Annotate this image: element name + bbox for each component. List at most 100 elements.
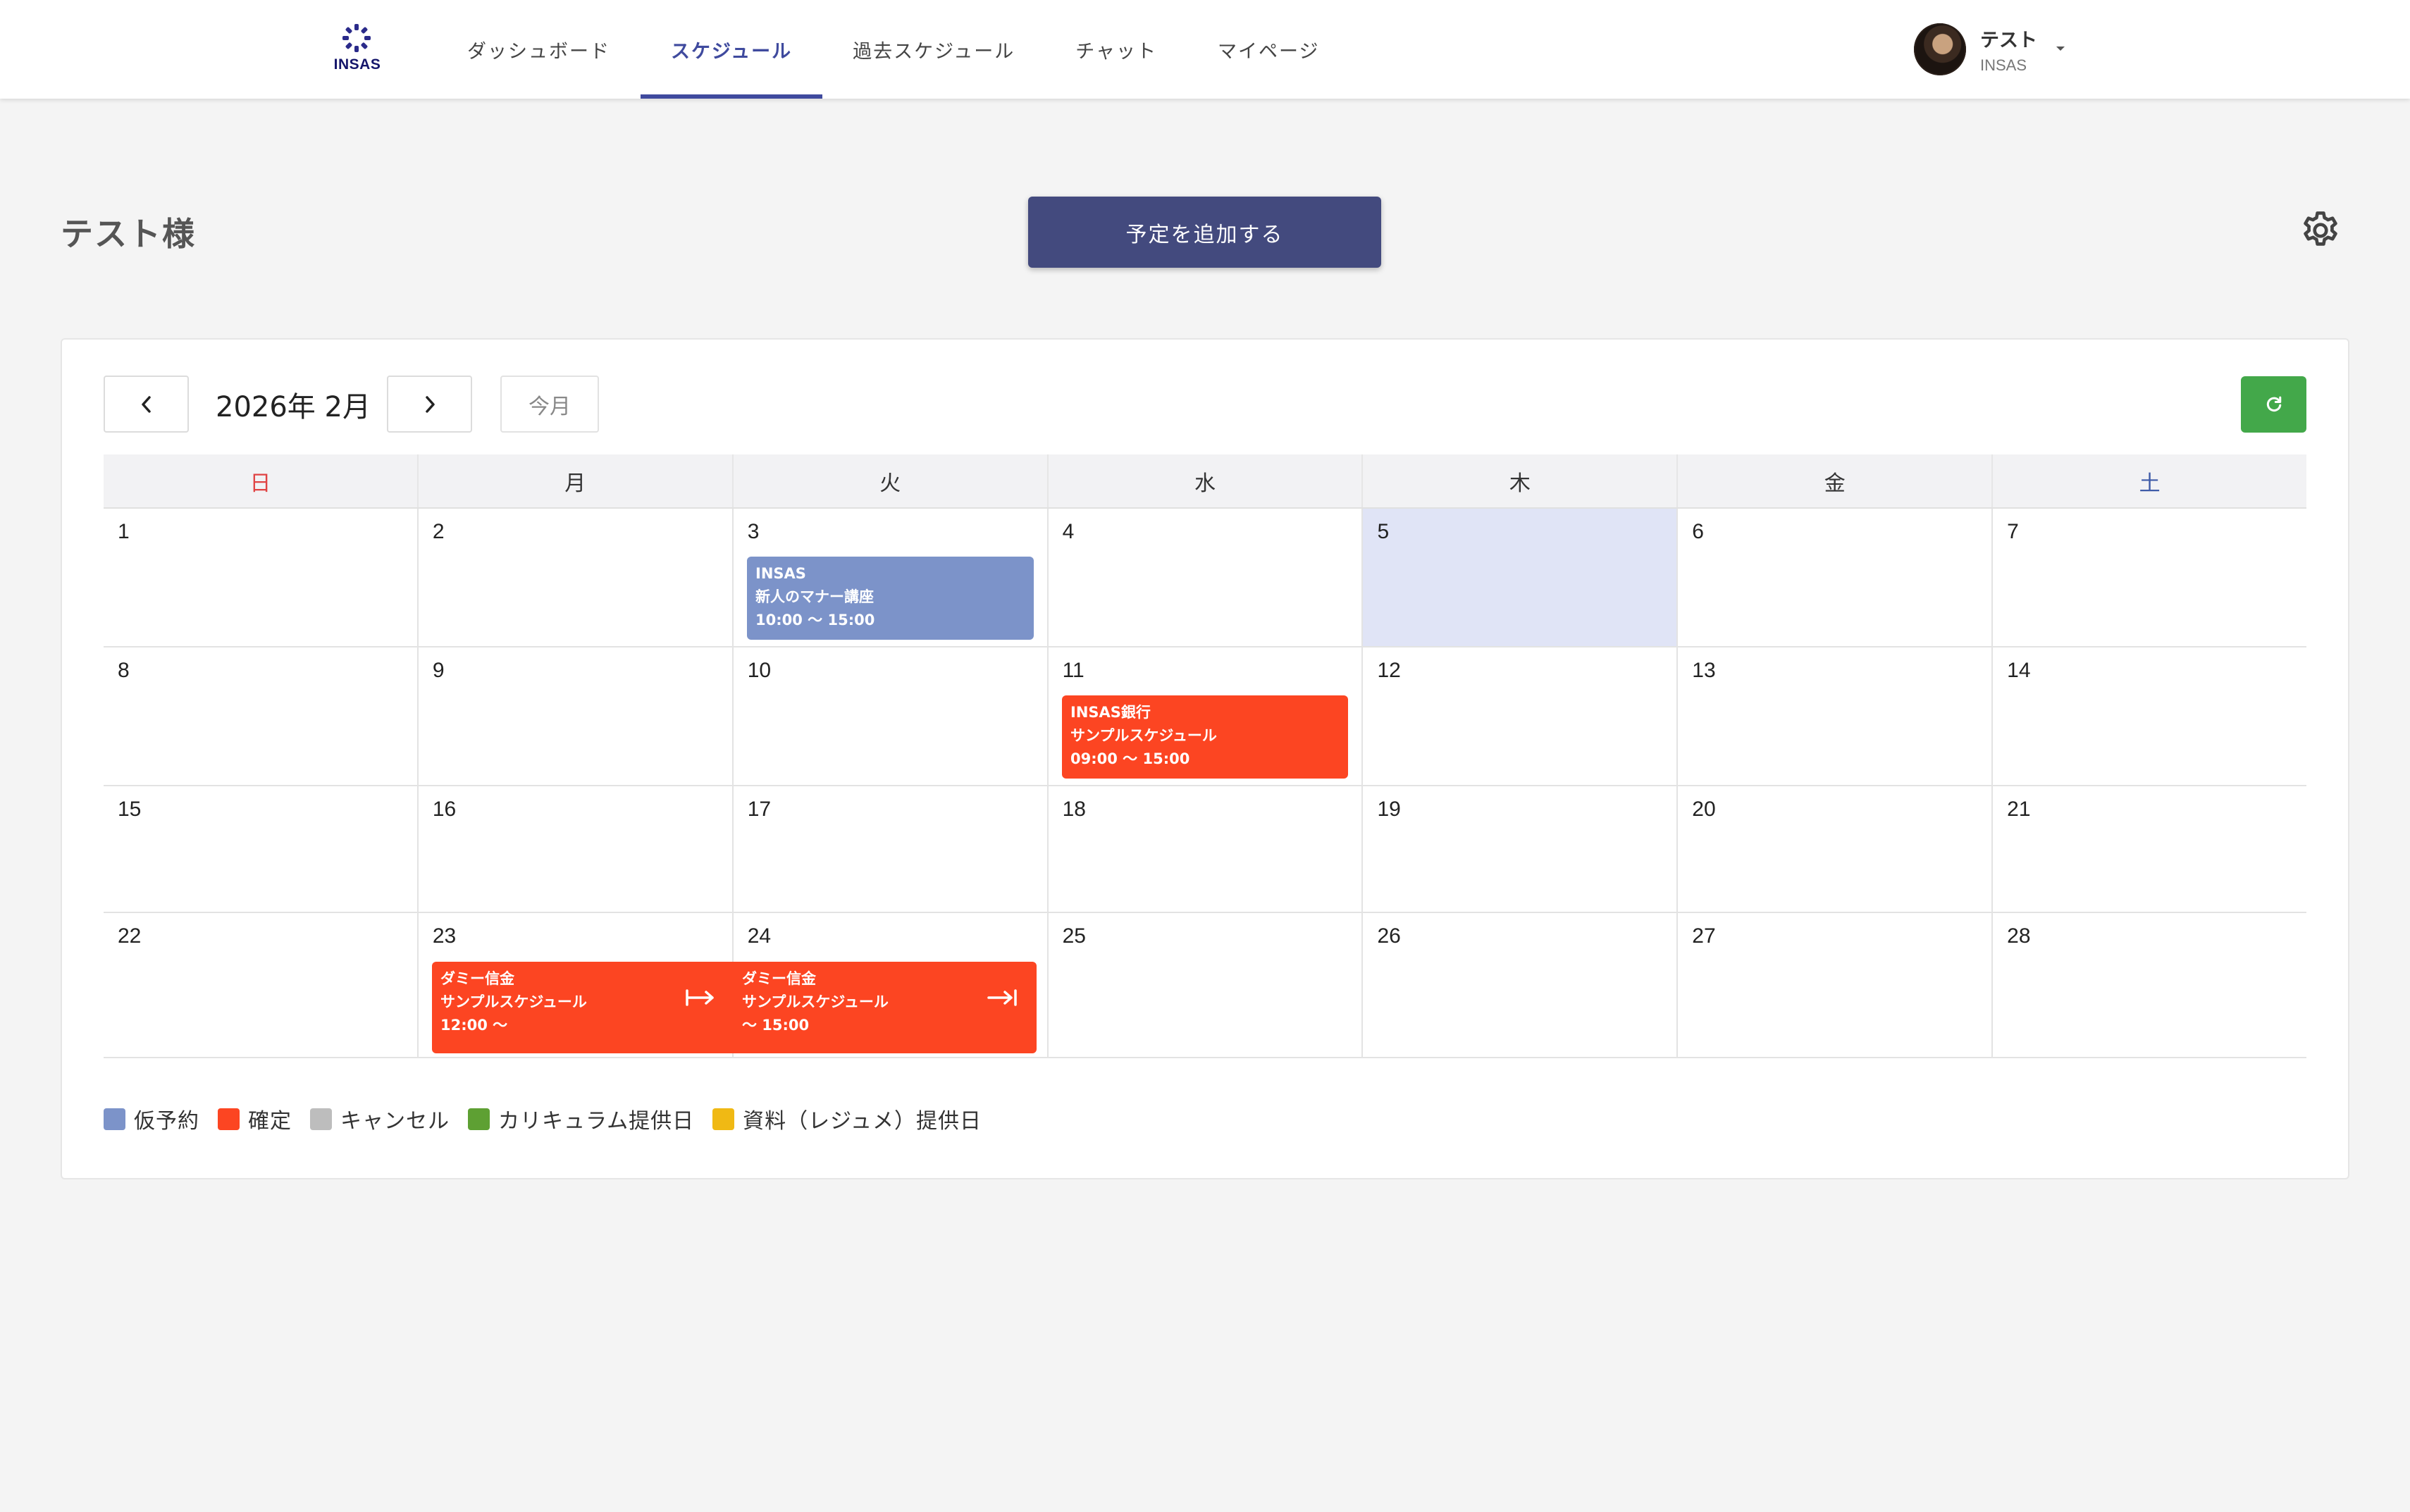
legend-swatch-confirmed <box>218 1108 240 1130</box>
day-number: 8 <box>118 659 130 682</box>
schedule-event[interactable]: INSAS銀行 サンプルスケジュール 09:00 〜 15:00 <box>1062 695 1348 779</box>
nav-chat[interactable]: チャット <box>1045 0 1187 99</box>
day-cell[interactable]: 4 <box>1046 509 1362 646</box>
day-cell[interactable]: 6 <box>1676 509 1992 646</box>
day-number: 7 <box>2007 520 2019 543</box>
day-cell[interactable]: 10 <box>731 647 1047 785</box>
day-cell-today[interactable]: 5 <box>1361 509 1677 646</box>
legend-swatch-curriculum <box>468 1108 490 1130</box>
legend-label: 仮予約 <box>134 1109 199 1134</box>
page-title: テスト様 <box>61 215 196 253</box>
next-month-button[interactable] <box>387 376 472 433</box>
day-cell[interactable]: 2 <box>416 509 732 646</box>
weekday-tue: 火 <box>731 454 1047 507</box>
day-cell[interactable]: 17 <box>731 786 1047 912</box>
day-cell[interactable]: 7 <box>1991 509 2307 646</box>
day-number: 15 <box>118 798 142 821</box>
weekday-mon: 月 <box>416 454 732 507</box>
arrow-continue-icon <box>686 989 714 1006</box>
event-company: INSAS銀行 <box>1070 704 1151 721</box>
day-number: 1 <box>118 520 130 543</box>
add-schedule-button[interactable]: 予定を追加する <box>1028 197 1381 268</box>
day-number: 28 <box>2007 924 2031 948</box>
day-number: 26 <box>1377 924 1401 948</box>
day-number: 3 <box>747 520 760 543</box>
day-cell[interactable]: 16 <box>416 786 732 912</box>
weekday-wed: 水 <box>1046 454 1362 507</box>
legend-item: 仮予約 <box>104 1103 199 1134</box>
schedule-event[interactable]: ダミー信金 サンプルスケジュール 〜 15:00 <box>734 962 1037 1053</box>
day-number: 9 <box>432 659 445 682</box>
logo-text: INSAS <box>333 56 381 73</box>
main-nav: ダッシュボード スケジュール 過去スケジュール チャット マイページ <box>437 0 1349 99</box>
day-cell[interactable]: 9 <box>416 647 732 785</box>
event-time: 12:00 〜 <box>440 1017 508 1034</box>
day-cell[interactable]: 25 <box>1046 913 1362 1057</box>
week-row: 15 16 17 18 19 20 21 <box>104 786 2307 913</box>
avatar[interactable] <box>1914 23 1966 75</box>
day-cell[interactable]: 28 <box>1991 913 2307 1057</box>
top-navigation-bar: INSAS ダッシュボード スケジュール 過去スケジュール チャット マイページ… <box>0 0 2410 99</box>
nav-mypage[interactable]: マイページ <box>1187 0 1349 99</box>
legend-swatch-tentative <box>104 1108 125 1130</box>
refresh-button[interactable] <box>2241 376 2306 433</box>
day-number: 13 <box>1692 659 1716 682</box>
this-month-button[interactable]: 今月 <box>500 376 599 433</box>
day-cell[interactable]: 22 <box>104 913 417 1057</box>
day-number: 11 <box>1062 659 1084 682</box>
chevron-left-icon <box>141 395 151 413</box>
month-grid: 日 月 火 水 木 金 土 1 2 3 4 5 6 7 8 9 10 11 12… <box>104 454 2307 1060</box>
legend-swatch-materials <box>712 1108 735 1130</box>
gear-icon[interactable] <box>2299 209 2342 252</box>
weekday-thu: 木 <box>1361 454 1676 507</box>
legend-item: 資料（レジュメ）提供日 <box>712 1103 982 1134</box>
day-cell[interactable]: 12 <box>1361 647 1677 785</box>
legend-swatch-cancelled <box>310 1108 332 1130</box>
user-org: INSAS <box>1980 56 2027 74</box>
week-row: 1 2 3 4 5 6 7 <box>104 509 2307 647</box>
day-cell[interactable]: 20 <box>1676 786 1992 912</box>
day-number: 2 <box>432 520 445 543</box>
day-cell[interactable]: 13 <box>1676 647 1992 785</box>
legend-label: 確定 <box>248 1109 292 1134</box>
day-number: 23 <box>432 924 457 948</box>
nav-past-schedule[interactable]: 過去スケジュール <box>822 0 1045 99</box>
nav-schedule[interactable]: スケジュール <box>641 0 823 99</box>
day-number: 22 <box>118 924 142 948</box>
arrow-end-icon <box>987 989 1017 1006</box>
legend-label: カリキュラム提供日 <box>498 1109 695 1134</box>
legend-label: キャンセル <box>340 1109 450 1134</box>
day-cell[interactable]: 18 <box>1046 786 1362 912</box>
event-title: サンプルスケジュール <box>1070 727 1217 744</box>
day-number: 12 <box>1377 659 1401 682</box>
day-cell[interactable]: 15 <box>104 786 417 912</box>
legend-item: 確定 <box>218 1103 292 1134</box>
day-number: 5 <box>1377 520 1390 543</box>
event-time: 09:00 〜 15:00 <box>1070 750 1190 767</box>
event-title: 新人のマナー講座 <box>755 588 874 605</box>
legend-item: カリキュラム提供日 <box>468 1103 694 1134</box>
event-time: 10:00 〜 15:00 <box>755 612 875 628</box>
day-cell[interactable]: 27 <box>1676 913 1992 1057</box>
day-number: 20 <box>1692 798 1716 821</box>
current-month-label: 2026年 2月 <box>216 391 371 423</box>
day-number: 18 <box>1062 798 1086 821</box>
day-number: 6 <box>1692 520 1704 543</box>
day-cell[interactable]: 21 <box>1991 786 2307 912</box>
user-menu[interactable]: テスト INSAS <box>1914 21 2065 78</box>
day-cell[interactable]: 26 <box>1361 913 1677 1057</box>
day-cell[interactable]: 8 <box>104 647 417 785</box>
nav-dashboard[interactable]: ダッシュボード <box>437 0 641 99</box>
day-cell[interactable]: 19 <box>1361 786 1677 912</box>
legend-item: キャンセル <box>310 1103 450 1134</box>
day-cell[interactable]: 14 <box>1991 647 2307 785</box>
caret-down-icon[interactable] <box>2055 45 2066 52</box>
prev-month-button[interactable] <box>104 376 189 433</box>
refresh-icon <box>2266 396 2281 412</box>
schedule-event[interactable]: ダミー信金 サンプルスケジュール 12:00 〜 <box>432 962 735 1053</box>
day-cell[interactable]: 1 <box>104 509 417 646</box>
schedule-event[interactable]: INSAS 新人のマナー講座 10:00 〜 15:00 <box>747 557 1034 640</box>
day-number: 10 <box>747 659 772 682</box>
weekday-sun: 日 <box>249 471 271 496</box>
legend-label: 資料（レジュメ）提供日 <box>743 1109 982 1134</box>
